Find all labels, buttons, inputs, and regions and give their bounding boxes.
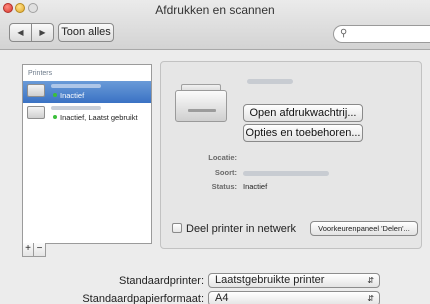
share-printer-checkbox[interactable]: Deel printer in netwerk: [172, 223, 296, 235]
back-forward-control: ◀ ▶: [9, 23, 54, 42]
kind-label: Soort:: [214, 168, 237, 177]
status-value: Inactief: [243, 182, 268, 191]
title-bar: Afdrukken en scannen ◀ ▶ Toon alles ⚲: [0, 0, 430, 50]
printer-list: Printers Inactief Inactief, Laatst gebru…: [22, 64, 152, 244]
status-dot-icon: [53, 93, 57, 97]
options-supplies-button[interactable]: Opties en toebehoren...: [243, 124, 363, 142]
popup-arrows-icon: ⇵: [367, 276, 374, 285]
printer-large-icon: [175, 84, 227, 124]
kind-value-redacted: [243, 171, 329, 176]
printer-list-item[interactable]: Inactief, Laatst gebruikt: [23, 103, 151, 125]
back-icon[interactable]: ◀: [10, 24, 31, 41]
status-label: Status:: [211, 182, 237, 191]
window-title: Afdrukken en scannen: [155, 3, 275, 17]
default-paper-row: Standaardpapierformaat: A4 ⇵: [0, 291, 430, 304]
printer-list-controls: + −: [22, 243, 152, 257]
sharing-preferences-button[interactable]: Voorkeurenpaneel 'Delen'...: [310, 221, 418, 236]
popup-arrows-icon: ⇵: [367, 294, 374, 303]
printer-detail-panel: Open afdrukwachtrij... Opties en toebeho…: [160, 61, 422, 249]
printer-list-item[interactable]: Inactief: [23, 81, 151, 103]
default-printer-popup[interactable]: Laatstgebruikte printer ⇵: [208, 273, 380, 288]
default-printer-label: Standaardprinter:: [119, 275, 204, 287]
default-paper-popup[interactable]: A4 ⇵: [208, 291, 380, 304]
default-paper-label: Standaardpapierformaat:: [82, 293, 204, 304]
status-row: Status: Inactief: [161, 182, 423, 194]
open-print-queue-button[interactable]: Open afdrukwachtrij...: [243, 104, 363, 122]
printer-icon: [27, 106, 45, 119]
status-dot-icon: [53, 115, 57, 119]
default-printer-row: Standaardprinter: Laatstgebruikte printe…: [0, 273, 430, 289]
printer-status: Inactief, Laatst gebruikt: [53, 113, 138, 122]
remove-printer-button[interactable]: −: [34, 243, 46, 257]
kind-row: Soort:: [161, 168, 423, 180]
search-icon: ⚲: [340, 28, 348, 39]
forward-icon[interactable]: ▶: [31, 24, 53, 41]
printer-name-redacted: [247, 79, 293, 84]
add-printer-button[interactable]: +: [22, 243, 34, 257]
location-row: Locatie:: [161, 153, 423, 165]
show-all-button[interactable]: Toon alles: [58, 23, 114, 42]
search-field[interactable]: ⚲: [333, 25, 430, 43]
printer-status: Inactief: [53, 91, 84, 100]
checkbox-icon[interactable]: [172, 223, 182, 233]
printer-list-header: Printers: [28, 70, 53, 77]
printer-icon: [27, 84, 45, 97]
printer-name-redacted: [51, 84, 101, 88]
printer-name-redacted: [51, 106, 101, 110]
location-label: Locatie:: [208, 153, 237, 162]
